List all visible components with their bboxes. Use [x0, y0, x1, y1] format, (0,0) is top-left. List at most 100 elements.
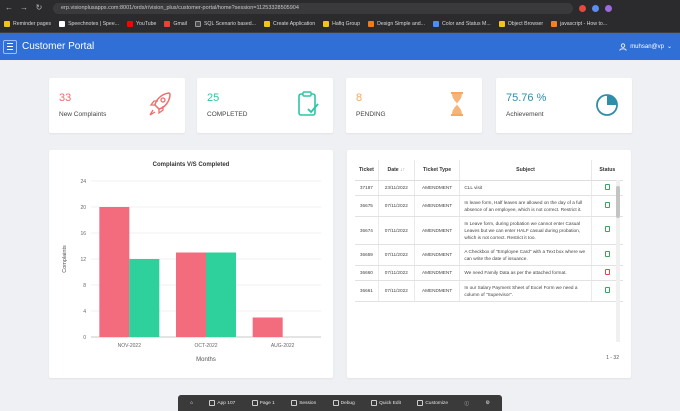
- table-header-row: Ticket Date ↓↑ Ticket Type Subject Statu…: [355, 160, 623, 181]
- info-icon[interactable]: ⓘ: [464, 400, 469, 407]
- ticket-number: 36675: [355, 195, 379, 217]
- back-icon[interactable]: ←: [3, 2, 15, 14]
- devbar-customize-button[interactable]: Customize: [417, 400, 448, 406]
- app-icon: [209, 400, 216, 406]
- ticket-number: 37187: [355, 180, 379, 196]
- bookmark-item[interactable]: Speechnotes | Spee...: [59, 21, 119, 27]
- devbar-session-button[interactable]: Session: [291, 400, 316, 406]
- username: muhsan@vp: [630, 43, 664, 50]
- bookmark-item[interactable]: Color and Status M...: [432, 21, 491, 27]
- pie-chart-icon: [596, 94, 618, 116]
- table-row[interactable]: 36674 07/11/2022 AMENDMENT In Leave form, d…: [355, 216, 623, 245]
- kpi-card-new-complaints[interactable]: 33 New Complaints: [49, 78, 185, 133]
- bookmark-item[interactable]: Create Application: [263, 21, 315, 27]
- folder-icon: [498, 21, 505, 27]
- ticket-date: 07/11/2022: [378, 244, 415, 266]
- column-header-subject[interactable]: Subject: [459, 160, 592, 181]
- customize-icon: [417, 400, 424, 406]
- x-tick-label: AUG-2022: [271, 343, 295, 349]
- bookmark-item[interactable]: YouTube: [127, 21, 156, 27]
- page-icon: [251, 400, 258, 406]
- devbar-page-button[interactable]: Page 1: [251, 400, 275, 406]
- edit-icon: [371, 400, 378, 406]
- devbar-quick-edit-button[interactable]: Quick Edit: [371, 400, 401, 406]
- y-axis-label: Complaints: [62, 245, 68, 273]
- bookmark-icon: [194, 21, 201, 27]
- column-header-status[interactable]: Status: [591, 160, 623, 181]
- status-document-icon[interactable]: [604, 226, 610, 232]
- kpi-label: New Complaints: [59, 111, 107, 118]
- gmail-icon: [164, 21, 171, 27]
- hourglass-icon: [451, 92, 463, 116]
- extension-icon[interactable]: [592, 4, 599, 12]
- bookmark-label: YouTube: [136, 21, 157, 27]
- kpi-value: 75.76 %: [506, 92, 547, 104]
- bookmarks-bar: Reminder pages Speechnotes | Spee... You…: [0, 16, 680, 33]
- ticket-number: 36659: [355, 244, 379, 266]
- profile-avatar[interactable]: [605, 4, 612, 12]
- table-row[interactable]: 37187 23/11/2022 AMENDMENT CLL visit: [355, 180, 623, 196]
- reload-icon[interactable]: ↻: [33, 2, 45, 14]
- rocket-icon: [149, 92, 171, 116]
- app-header: Customer Portal muhsan@vp ⌄: [0, 33, 680, 60]
- column-header-date[interactable]: Date ↓↑: [378, 160, 415, 181]
- kpi-card-completed[interactable]: 25 COMPLETED: [197, 78, 333, 133]
- home-icon[interactable]: ⌂: [190, 401, 193, 406]
- ticket-subject: CLL visit: [459, 180, 592, 196]
- bookmark-label: SQL Scenario based...: [203, 21, 256, 27]
- user-icon: [619, 42, 627, 51]
- bar: [176, 252, 206, 337]
- hamburger-menu-icon[interactable]: [3, 39, 17, 54]
- status-document-icon[interactable]: [604, 250, 610, 257]
- status-document-icon[interactable]: [604, 286, 610, 293]
- bookmark-item[interactable]: SQL Scenario based...: [194, 21, 256, 27]
- bar: [206, 252, 236, 337]
- stackoverflow-icon: [551, 21, 558, 27]
- bookmark-label: Object Browser: [507, 21, 544, 27]
- table-row[interactable]: 36659 07/11/2022 AMENDMENT A Checkbox of "E…: [355, 244, 623, 266]
- url-field[interactable]: erp.visionplusapps.com:8001/ords/r/visio…: [53, 2, 573, 14]
- x-tick-label: NOV-2022: [118, 343, 142, 349]
- user-menu[interactable]: muhsan@vp ⌄: [619, 33, 672, 60]
- devbar-debug-button[interactable]: Debug: [332, 400, 355, 406]
- extension-icon[interactable]: [579, 4, 586, 12]
- devbar-app-button[interactable]: App 107: [209, 400, 235, 406]
- ticket-subject: In leave form, Half leaves are allowed o…: [459, 195, 592, 217]
- gear-icon[interactable]: ⚙: [486, 401, 490, 406]
- app-title: Customer Portal: [22, 41, 95, 52]
- kpi-card-achievement[interactable]: 75.76 % Achievement: [496, 78, 632, 133]
- status-document-icon[interactable]: [604, 201, 610, 208]
- column-header-ticket-type[interactable]: Ticket Type: [414, 160, 461, 181]
- table-scrollbar-thumb[interactable]: [616, 186, 620, 218]
- status-document-icon[interactable]: [604, 183, 610, 190]
- table-row[interactable]: 36675 07/11/2022 AMENDMENT In leave form, H…: [355, 195, 623, 217]
- y-tick-label: 20: [80, 205, 86, 211]
- ticket-date: 23/11/2022: [378, 180, 415, 196]
- tickets-table-card: Ticket Date ↓↑ Ticket Type Subject Statu…: [347, 150, 631, 378]
- column-header-ticket[interactable]: Ticket: [355, 160, 379, 181]
- developer-toolbar: ⌂ App 107 Page 1 Session Debug Quick Edi…: [178, 395, 502, 411]
- bookmark-item[interactable]: javascript - How to...: [551, 21, 607, 27]
- bookmark-item[interactable]: Object Browser: [498, 21, 544, 27]
- table-row[interactable]: 36661 07/11/2022 AMENDMENT In our Salary Pa…: [355, 280, 623, 302]
- kpi-card-pending[interactable]: 8 PENDING: [346, 78, 482, 133]
- bookmark-label: Gmail: [173, 21, 187, 27]
- ticket-date: 07/11/2022: [378, 265, 415, 281]
- forward-icon[interactable]: →: [18, 2, 30, 14]
- bookmark-item[interactable]: Hafiq Group: [323, 21, 360, 27]
- bookmark-item[interactable]: Design Simple and...: [368, 21, 425, 27]
- ticket-type: AMENDMENT: [414, 280, 461, 302]
- pagination-label: 1 - 32: [606, 355, 619, 361]
- bookmark-label: Hafiq Group: [332, 21, 361, 27]
- folder-icon: [263, 21, 270, 27]
- youtube-icon: [127, 21, 134, 27]
- bookmark-item[interactable]: Gmail: [164, 21, 187, 27]
- table-row[interactable]: 36660 07/11/2022 AMENDMENT We need Family D…: [355, 265, 623, 281]
- status-document-icon[interactable]: [604, 268, 610, 275]
- ticket-type: AMENDMENT: [414, 216, 461, 245]
- ticket-subject: In our Salary Payment Sheet of Excel For…: [459, 280, 592, 302]
- kpi-label: PENDING: [356, 111, 386, 118]
- bookmark-label: Design Simple and...: [377, 21, 425, 27]
- bookmark-item[interactable]: Reminder pages: [4, 21, 51, 27]
- sort-desc-icon: ↓↑: [400, 166, 406, 173]
